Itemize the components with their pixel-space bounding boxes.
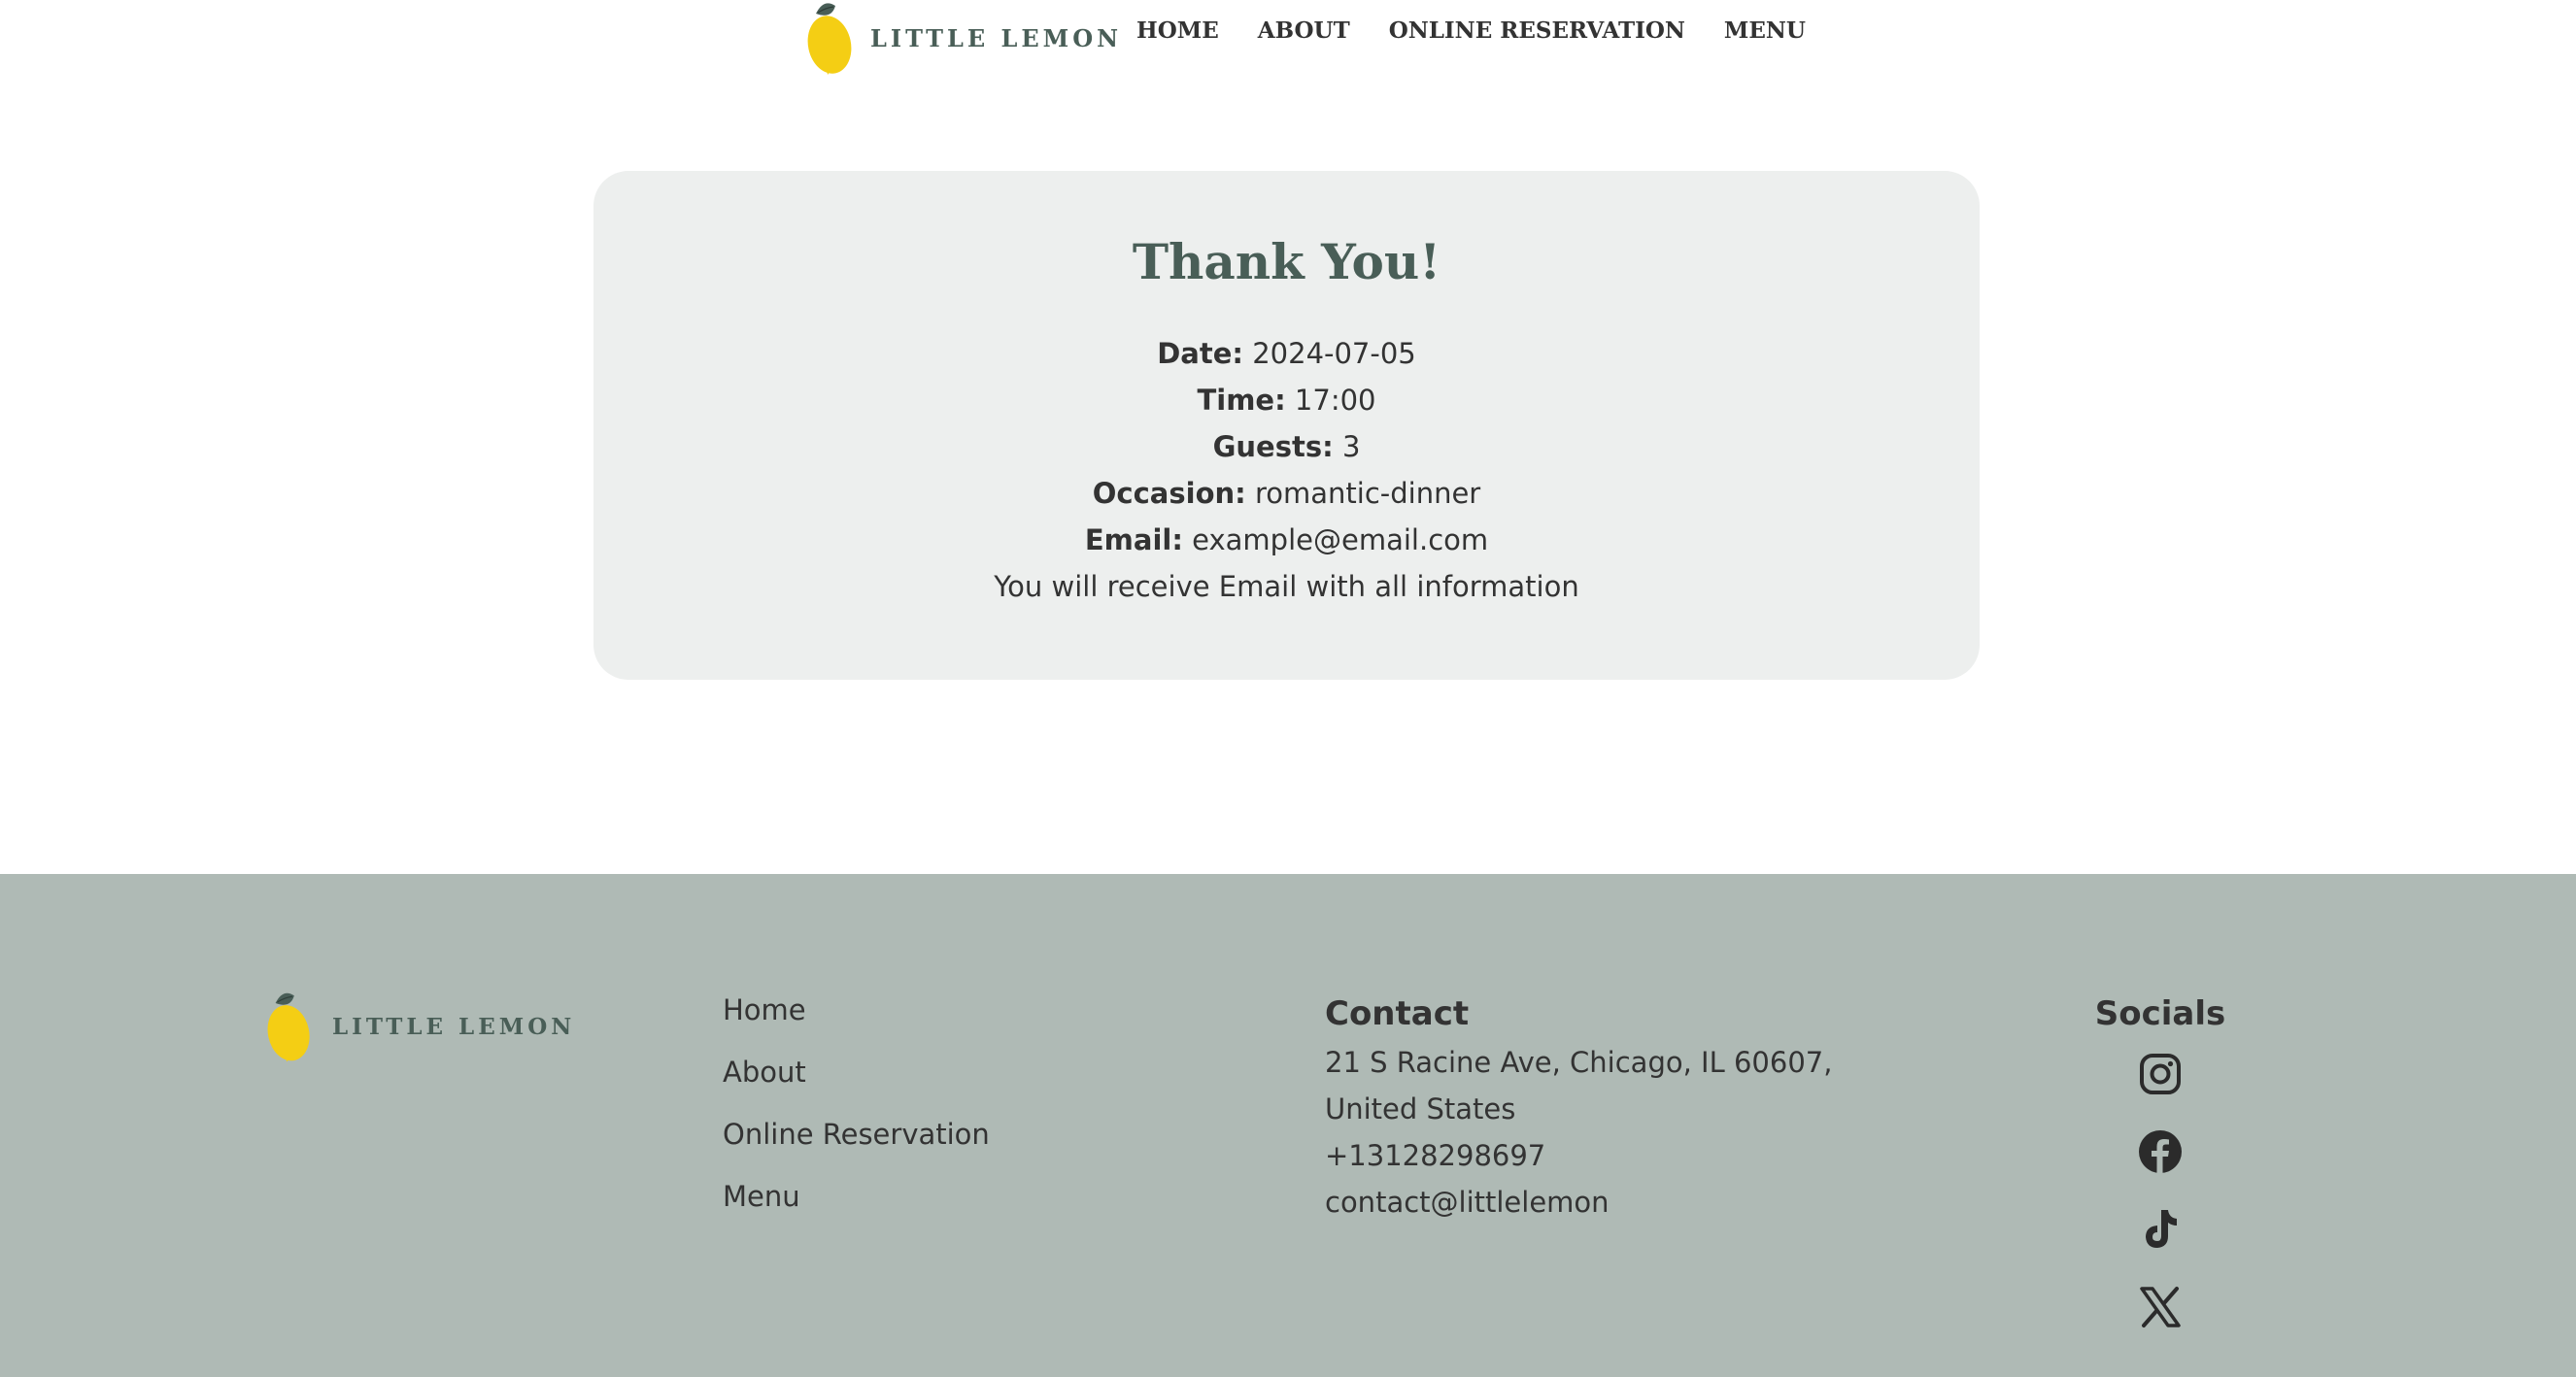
footer-link-menu[interactable]: Menu (723, 1177, 990, 1239)
confirmation-note: You will receive Email with all informat… (994, 570, 1579, 603)
x-icon[interactable] (2137, 1284, 2184, 1330)
footer-logo-link[interactable]: LITTLE LEMON (266, 987, 575, 1066)
time-row: Time: 17:00 (593, 377, 1980, 423)
time-value: 17:00 (1294, 384, 1376, 417)
email-row: Email: example@email.com (593, 517, 1980, 563)
footer-nav: Home About Online Reservation Menu (723, 991, 990, 1239)
nav-about[interactable]: ABOUT (1258, 17, 1350, 44)
guests-value: 3 (1341, 430, 1361, 463)
lemon-logo-icon (807, 3, 852, 75)
footer-link-home[interactable]: Home (723, 991, 990, 1053)
time-label: Time: (1197, 384, 1286, 417)
facebook-icon[interactable] (2137, 1128, 2184, 1175)
site-header: LITTLE LEMON HOME ABOUT ONLINE RESERVATI… (0, 0, 2576, 87)
instagram-icon[interactable] (2137, 1051, 2184, 1097)
tiktok-icon[interactable] (2137, 1206, 2184, 1253)
date-row: Date: 2024-07-05 (593, 330, 1980, 377)
occasion-label: Occasion: (1092, 477, 1246, 510)
contact-email[interactable]: contact@littlelemon (1325, 1179, 1869, 1226)
date-label: Date: (1157, 337, 1243, 370)
footer-link-about[interactable]: About (723, 1053, 990, 1115)
contact-phone[interactable]: +13128298697 (1325, 1132, 1869, 1179)
brand-logo-link[interactable]: LITTLE LEMON (806, 0, 1122, 76)
occasion-row: Occasion: romantic-dinner (593, 470, 1980, 517)
footer-brand-name: LITTLE LEMON (332, 1013, 576, 1040)
brand-name: LITTLE LEMON (870, 23, 1123, 52)
email-value: example@email.com (1192, 523, 1489, 556)
main-nav: HOME ABOUT ONLINE RESERVATION MENU (1136, 17, 1806, 44)
socials-heading: Socials (2094, 994, 2226, 1033)
guests-row: Guests: 3 (593, 423, 1980, 470)
date-value: 2024-07-05 (1252, 337, 1416, 370)
footer-link-online-reservation[interactable]: Online Reservation (723, 1115, 990, 1177)
guests-label: Guests: (1212, 430, 1334, 463)
site-footer: LITTLE LEMON Home About Online Reservati… (0, 874, 2576, 1377)
confirmation-card: Thank You! Date: 2024-07-05 Time: 17:00 … (593, 171, 1980, 680)
socials-section: Socials (2094, 992, 2226, 1330)
contact-section: Contact 21 S Racine Ave, Chicago, IL 606… (1325, 992, 1869, 1226)
lemon-logo-icon (267, 992, 310, 1062)
nav-home[interactable]: HOME (1136, 17, 1219, 44)
nav-online-reservation[interactable]: ONLINE RESERVATION (1389, 17, 1685, 44)
reservation-details: Date: 2024-07-05 Time: 17:00 Guests: 3 O… (593, 330, 1980, 610)
social-links (2094, 1051, 2226, 1330)
occasion-value: romantic-dinner (1254, 477, 1481, 510)
confirmation-title: Thank You! (1132, 233, 1441, 290)
contact-heading: Contact (1325, 994, 1470, 1033)
nav-menu[interactable]: MENU (1724, 17, 1806, 44)
contact-address: 21 S Racine Ave, Chicago, IL 60607, Unit… (1325, 1046, 1833, 1125)
email-label: Email: (1084, 523, 1183, 556)
